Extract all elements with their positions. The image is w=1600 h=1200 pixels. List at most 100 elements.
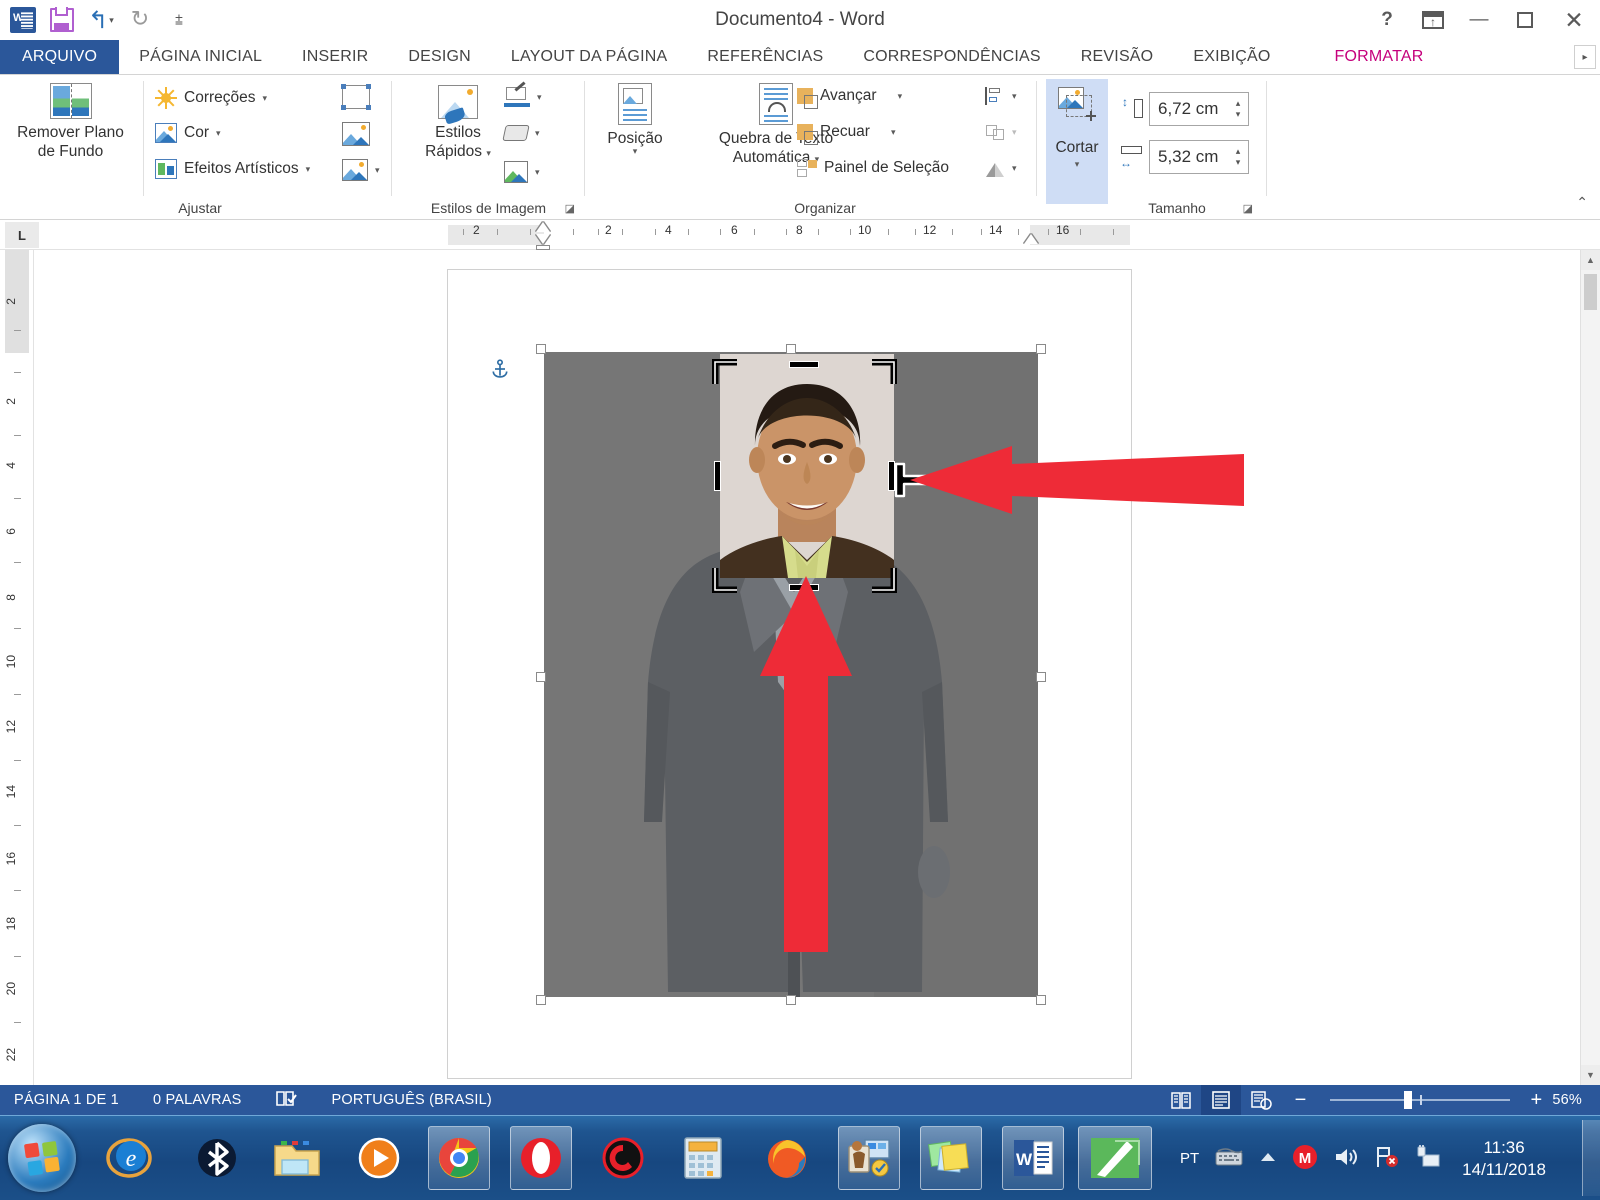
crop-handle-br[interactable]: [869, 565, 897, 593]
right-indent-marker[interactable]: [1024, 234, 1038, 244]
shape-width-spinner[interactable]: ▴ ▾: [1229, 142, 1247, 172]
tab-pagina-inicial[interactable]: PÁGINA INICIAL: [119, 40, 282, 74]
chevron-down-icon[interactable]: ▾: [891, 127, 896, 138]
file-explorer-icon[interactable]: [266, 1126, 328, 1190]
group-button[interactable]: ▾: [985, 123, 1017, 141]
selection-handle-tc[interactable]: [786, 344, 796, 354]
change-picture-button[interactable]: [342, 122, 370, 146]
picture-effects-button[interactable]: ▾: [502, 125, 540, 141]
clock[interactable]: 11:36 14/11/2018: [1462, 1137, 1546, 1181]
remote-desktop-icon[interactable]: [838, 1126, 900, 1190]
tab-referencias[interactable]: REFERÊNCIAS: [687, 40, 843, 74]
crop-handle-top[interactable]: [789, 361, 819, 368]
selection-handle-br[interactable]: [1036, 995, 1046, 1005]
chevron-down-icon[interactable]: ▾: [537, 92, 542, 103]
selection-pane-button[interactable]: Painel de Seleção: [797, 159, 949, 177]
tab-arquivo[interactable]: ARQUIVO: [0, 40, 120, 74]
print-layout-button[interactable]: [1200, 1085, 1241, 1115]
ribbon-display-options-button[interactable]: [1410, 0, 1456, 40]
bluetooth-icon[interactable]: [186, 1126, 248, 1190]
estilos-de-imagem-dialog-launcher[interactable]: ◪: [565, 202, 575, 215]
chevron-down-icon[interactable]: ▾: [486, 148, 491, 158]
scroll-down-icon[interactable]: ▼: [1581, 1065, 1600, 1085]
proofing-errors-icon[interactable]: [275, 1089, 298, 1111]
media-player-icon[interactable]: [348, 1126, 410, 1190]
tab-correspondencias[interactable]: CORRESPONDÊNCIAS: [843, 40, 1060, 74]
compress-pictures-button[interactable]: [341, 84, 371, 110]
customize-qat-icon[interactable]: ⩲: [162, 3, 196, 37]
redo-icon[interactable]: ↻: [123, 3, 157, 37]
collapse-ribbon-button[interactable]: ⌃: [1576, 194, 1588, 211]
align-button[interactable]: ▾: [985, 87, 1017, 105]
chevron-down-icon[interactable]: ▾: [263, 93, 268, 104]
wps-writer-icon[interactable]: [1078, 1126, 1152, 1190]
selection-handle-bc[interactable]: [786, 995, 796, 1005]
internet-explorer-icon[interactable]: e: [98, 1126, 160, 1190]
remove-background-button[interactable]: Remover Plano de Fundo: [8, 83, 133, 161]
position-button[interactable]: Posição ▾: [595, 83, 675, 157]
crop-handle-tr[interactable]: [869, 359, 897, 387]
chevron-down-icon[interactable]: ▾: [1012, 163, 1017, 174]
ccleaner-icon[interactable]: [592, 1126, 654, 1190]
document-page[interactable]: [447, 269, 1244, 1079]
hanging-indent-marker[interactable]: [536, 234, 550, 244]
picture-border-button[interactable]: ▾: [504, 81, 542, 107]
opera-icon[interactable]: [510, 1126, 572, 1190]
reset-picture-button[interactable]: ▾: [342, 159, 380, 181]
shape-height-spinner[interactable]: ▴ ▾: [1229, 94, 1247, 124]
zoom-out-button[interactable]: −: [1295, 1089, 1307, 1112]
document-canvas[interactable]: [34, 250, 1600, 1085]
send-backward-button[interactable]: Recuar ▾: [797, 123, 896, 145]
tab-inserir[interactable]: INSERIR: [282, 40, 388, 74]
tab-design[interactable]: DESIGN: [388, 40, 491, 74]
crop-handle-tl[interactable]: [712, 359, 740, 387]
microsoft-word-icon[interactable]: W: [1002, 1126, 1064, 1190]
zoom-slider[interactable]: [1322, 1085, 1518, 1115]
read-mode-button[interactable]: [1161, 1085, 1201, 1115]
undo-icon[interactable]: ↰ ▾: [84, 3, 118, 37]
tab-exibicao[interactable]: EXIBIÇÃO: [1173, 40, 1290, 74]
minimize-button[interactable]: —: [1456, 0, 1502, 40]
chevron-down-icon[interactable]: ▾: [898, 91, 903, 102]
volume-icon[interactable]: [1333, 1146, 1359, 1172]
zoom-in-button[interactable]: +: [1530, 1089, 1542, 1112]
web-layout-button[interactable]: [1241, 1085, 1281, 1115]
zoom-slider-thumb[interactable]: [1404, 1091, 1413, 1109]
selection-handle-tr[interactable]: [1036, 344, 1046, 354]
close-button[interactable]: ✕: [1548, 0, 1600, 40]
keyboard-layout-icon[interactable]: [1214, 1147, 1244, 1171]
show-hidden-icons-icon[interactable]: [1259, 1150, 1277, 1168]
tab-formatar[interactable]: FORMATAR: [1291, 40, 1468, 74]
tray-language[interactable]: PT: [1180, 1150, 1199, 1167]
shape-width-field[interactable]: 5,32 cm ▴ ▾: [1149, 140, 1249, 174]
selection-handle-ml[interactable]: [536, 672, 546, 682]
word-count[interactable]: 0 PALAVRAS: [153, 1092, 242, 1108]
chevron-down-icon[interactable]: ▾: [633, 146, 638, 157]
bring-forward-button[interactable]: Avançar ▾: [797, 87, 903, 109]
horizontal-ruler[interactable]: L 2 2 4 6 8 10 12 14 16: [0, 220, 1600, 250]
save-icon[interactable]: [45, 3, 79, 37]
mozilla-firefox-icon[interactable]: [756, 1126, 818, 1190]
picture-layout-button[interactable]: ▾: [504, 161, 540, 183]
tamanho-dialog-launcher[interactable]: ◪: [1243, 202, 1253, 215]
first-line-indent-marker[interactable]: [536, 222, 550, 232]
artistic-effects-button[interactable]: Efeitos Artísticos ▾: [155, 159, 310, 179]
page-indicator[interactable]: PÁGINA 1 DE 1: [14, 1092, 119, 1108]
language-indicator[interactable]: PORTUGUÊS (BRASIL): [331, 1092, 491, 1108]
selection-handle-mr[interactable]: [1036, 672, 1046, 682]
chevron-down-icon[interactable]: ▾: [216, 128, 221, 139]
chevron-down-icon[interactable]: ▾: [535, 167, 540, 178]
chevron-down-icon[interactable]: ▾: [306, 164, 311, 175]
corrections-button[interactable]: Correções ▾: [155, 87, 267, 109]
crop-frame[interactable]: [712, 359, 897, 593]
windows-start-orb[interactable]: [8, 1124, 76, 1192]
show-desktop-button[interactable]: [1582, 1120, 1600, 1196]
color-button[interactable]: Cor ▾: [155, 123, 221, 143]
scrollbar-thumb[interactable]: [1584, 274, 1597, 310]
chevron-down-icon[interactable]: ▾: [1075, 159, 1080, 170]
sticky-notes-icon[interactable]: [920, 1126, 982, 1190]
safely-remove-hardware-icon[interactable]: [1415, 1144, 1441, 1173]
selection-handle-tl[interactable]: [536, 344, 546, 354]
tab-layout-da-pagina[interactable]: LAYOUT DA PÁGINA: [491, 40, 687, 74]
restore-button[interactable]: [1502, 0, 1548, 40]
